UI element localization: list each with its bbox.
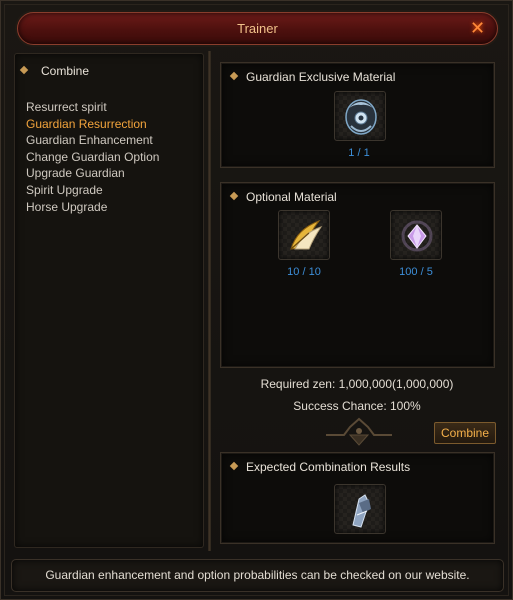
optional-material-box: Optional Material 10 / 10 100 / 5 — [220, 182, 495, 368]
diamond-bullet-icon — [19, 65, 29, 75]
combine-header: Combine — [19, 64, 90, 78]
exclusive-material-box: Guardian Exclusive Material 1 / 1 — [220, 62, 495, 168]
panel-divider — [208, 51, 211, 551]
ornament-icon — [326, 417, 392, 446]
optional-material-title: Optional Material — [229, 190, 337, 204]
results-box: Expected Combination Results — [220, 452, 495, 544]
diamond-bullet-icon — [229, 191, 239, 201]
results-title: Expected Combination Results — [229, 460, 411, 474]
diamond-bullet-icon — [229, 71, 239, 81]
title-bar: Trainer ✕ — [17, 12, 498, 45]
guardian-wing-icon — [352, 494, 371, 528]
golden-feather-icon — [290, 219, 323, 250]
result-item-slot[interactable] — [334, 484, 386, 534]
window-title: Trainer — [237, 21, 278, 36]
exclusive-material-count: 1 / 1 — [348, 147, 370, 159]
combine-menu-panel: Combine Resurrect spirit Guardian Resurr… — [14, 53, 204, 548]
success-chance-text: Success Chance: 100% — [293, 399, 421, 413]
menu-item-change-guardian-option[interactable]: Change Guardian Option — [26, 149, 159, 166]
exclusive-material-title-label: Guardian Exclusive Material — [246, 70, 396, 84]
trainer-window: Trainer ✕ Combine Resurrect spirit Guard… — [0, 0, 513, 600]
purple-gem-icon — [401, 220, 433, 252]
menu-item-resurrect-spirit[interactable]: Resurrect spirit — [26, 99, 159, 116]
combine-header-label: Combine — [41, 64, 90, 78]
close-icon[interactable]: ✕ — [467, 18, 488, 39]
menu-item-horse-upgrade[interactable]: Horse Upgrade — [26, 199, 159, 216]
guardian-emblem-icon — [345, 99, 377, 135]
optional-material-title-label: Optional Material — [246, 190, 337, 204]
optional-material-slot-2[interactable] — [390, 210, 442, 260]
required-zen-text: Required zen: 1,000,000(1,000,000) — [260, 377, 454, 391]
menu-item-guardian-resurrection[interactable]: Guardian Resurrection — [26, 116, 159, 133]
optional-material-count-2: 100 / 5 — [399, 266, 433, 278]
combine-menu: Resurrect spirit Guardian Resurrection G… — [26, 99, 159, 215]
optional-material-slot-1[interactable] — [278, 210, 330, 260]
footer-notice: Guardian enhancement and option probabil… — [11, 559, 504, 592]
results-title-label: Expected Combination Results — [246, 460, 411, 474]
diamond-bullet-icon — [229, 461, 239, 471]
menu-item-guardian-enhancement[interactable]: Guardian Enhancement — [26, 132, 159, 149]
optional-material-count-1: 10 / 10 — [287, 266, 321, 278]
combine-button[interactable]: Combine — [434, 422, 496, 444]
menu-item-spirit-upgrade[interactable]: Spirit Upgrade — [26, 182, 159, 199]
exclusive-material-slot[interactable] — [334, 91, 386, 141]
exclusive-material-title: Guardian Exclusive Material — [229, 70, 396, 84]
menu-item-upgrade-guardian[interactable]: Upgrade Guardian — [26, 165, 159, 182]
